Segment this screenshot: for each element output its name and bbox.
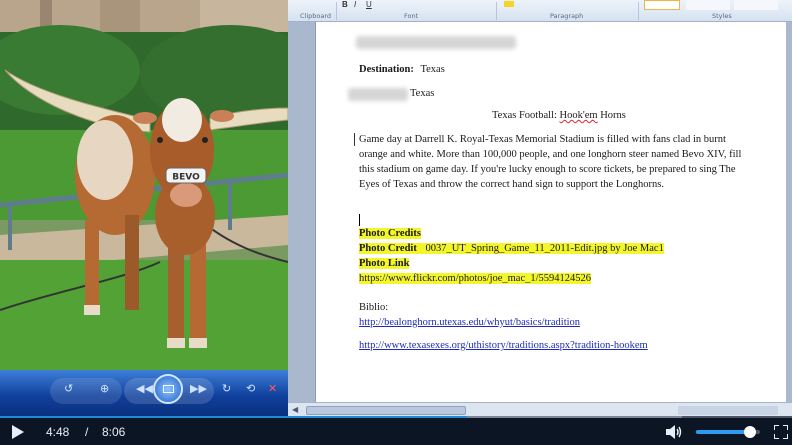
style-gallery-item[interactable] xyxy=(686,0,730,10)
volume-fill xyxy=(696,430,751,434)
scroll-left-icon[interactable]: ◀ xyxy=(292,405,298,414)
delete-icon[interactable]: ✕ xyxy=(268,382,277,395)
highlight-color-icon[interactable] xyxy=(504,1,514,7)
slideshow-icon xyxy=(163,385,174,393)
play-icon[interactable] xyxy=(12,425,24,439)
redacted-subtitle xyxy=(348,88,408,101)
style-gallery-item[interactable] xyxy=(734,0,778,10)
destination-value: Texas xyxy=(420,64,445,75)
biblio-link-2[interactable]: http://www.texasexes.org/uthistory/tradi… xyxy=(359,340,648,351)
photo-link-label: Photo Link xyxy=(359,258,410,269)
bold-icon[interactable]: B xyxy=(342,0,348,9)
text-cursor-ibeam xyxy=(354,133,355,146)
rotate-counter-icon[interactable]: ⟲ xyxy=(246,382,255,395)
photo-credits-heading: Photo Credits xyxy=(359,228,421,239)
ribbon-group-font[interactable]: Font xyxy=(404,12,418,20)
zoom-slider[interactable] xyxy=(678,406,778,415)
word-window: Clipboard B I U Font Paragraph Styles De… xyxy=(288,0,792,418)
photo-credits-heading-text: Photo Credits xyxy=(359,228,421,239)
underline-icon[interactable]: U xyxy=(366,0,372,9)
ribbon-group-paragraph[interactable]: Paragraph xyxy=(550,12,583,20)
video-player-bar: 4:48 / 8:06 xyxy=(0,418,792,445)
ribbon: Clipboard B I U Font Paragraph Styles xyxy=(288,0,792,22)
destination-label: Destination: xyxy=(359,64,414,75)
rotate-right-icon[interactable]: ↻ xyxy=(222,382,231,395)
biblio-link-1[interactable]: http://bealonghorn.utexas.edu/whyut/basi… xyxy=(359,317,580,328)
body-line: orange and white. More than 100,000 peop… xyxy=(359,149,742,160)
document-page[interactable]: Destination: Texas Texas Texas Football:… xyxy=(316,22,786,402)
volume-knob[interactable] xyxy=(744,426,757,438)
ribbon-separator xyxy=(496,2,497,20)
next-icon[interactable]: ▶▶ xyxy=(190,382,207,395)
photo-viewer: BEVO ↺ ⊕ ◀◀ ▶▶ ↻ ⟲ ✕ xyxy=(0,0,288,418)
title-prefix: Texas Football: xyxy=(492,110,560,121)
document-title: Texas Football: Hook'em Horns xyxy=(492,110,626,121)
volume-slider[interactable] xyxy=(696,426,760,438)
caret xyxy=(359,214,360,226)
ribbon-separator xyxy=(638,2,639,20)
body-line: Game day at Darrell K. Royal-Texas Memor… xyxy=(359,134,726,145)
nose-tag-text: BEVO xyxy=(172,173,200,183)
redacted-name xyxy=(356,36,516,49)
body-line: Eyes of Texas and throw the correct hand… xyxy=(359,179,664,190)
photo-viewer-toolbar: ↺ ⊕ ◀◀ ▶▶ ↻ ⟲ ✕ xyxy=(0,370,288,418)
ribbon-group-styles[interactable]: Styles xyxy=(712,12,732,20)
photo-credit-label: Photo Credit xyxy=(359,243,417,254)
photo-credit-line: Photo Credit 0037_UT_Spring_Game_11_2011… xyxy=(359,243,664,254)
title-squiggle-word: Hook'em xyxy=(559,110,598,121)
photo-link-url[interactable]: https://www.flickr.com/photos/joe_mac_1/… xyxy=(359,273,592,284)
current-time: 4:48 xyxy=(46,425,70,439)
duration: 8:06 xyxy=(102,425,126,439)
prev-icon[interactable]: ◀◀ xyxy=(136,382,153,395)
title-suffix: Horns xyxy=(597,110,626,121)
italic-icon[interactable]: I xyxy=(354,0,356,9)
photo-credit-value: 0037_UT_Spring_Game_11_2011-Edit.jpg by … xyxy=(425,243,664,254)
time-separator: / xyxy=(85,425,89,439)
slideshow-button[interactable] xyxy=(153,374,183,404)
view-controls-group xyxy=(50,378,122,404)
photo-link-heading: Photo Link xyxy=(359,258,410,269)
fullscreen-icon[interactable] xyxy=(774,425,788,439)
biblio-label: Biblio: xyxy=(359,302,389,313)
body-line: this stadium on game day. If you're luck… xyxy=(359,164,736,175)
longhorn-photo: BEVO xyxy=(0,0,288,370)
rotate-left-icon[interactable]: ↺ xyxy=(64,382,73,395)
scroll-thumb[interactable] xyxy=(306,406,466,415)
destination-line: Destination: Texas xyxy=(359,64,445,75)
subtitle-suffix: Texas xyxy=(410,88,435,99)
volume-icon[interactable] xyxy=(666,425,684,439)
style-gallery-item[interactable] xyxy=(644,0,680,10)
magnifier-icon[interactable]: ⊕ xyxy=(100,382,109,395)
ribbon-separator xyxy=(336,2,337,20)
ribbon-group-clipboard[interactable]: Clipboard xyxy=(300,12,331,20)
